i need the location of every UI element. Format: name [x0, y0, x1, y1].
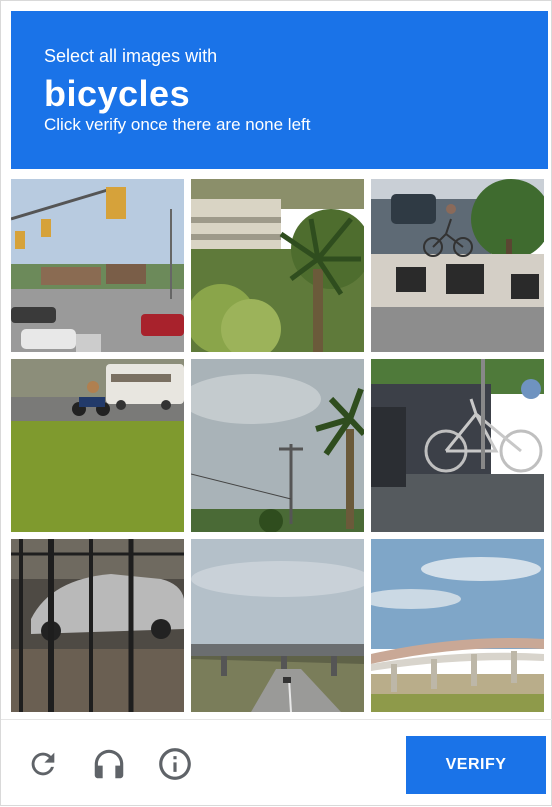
- tile-7-image: [11, 539, 184, 712]
- image-tile-7[interactable]: [11, 539, 184, 712]
- instruction-line: Select all images with: [44, 46, 218, 66]
- tile-2-image: [191, 179, 364, 352]
- image-tile-6[interactable]: [371, 359, 544, 532]
- instruction-subline: Click verify once there are none left: [44, 115, 311, 134]
- image-grid: [11, 179, 545, 712]
- tile-5-image: [191, 359, 364, 532]
- captcha-footer: VERIFY: [1, 720, 552, 807]
- info-icon[interactable]: [155, 744, 195, 784]
- verify-button[interactable]: VERIFY: [406, 736, 546, 794]
- image-tile-1[interactable]: [11, 179, 184, 352]
- image-tile-2[interactable]: [191, 179, 364, 352]
- challenge-header: Select all images with bicycles Click ve…: [11, 11, 548, 169]
- tile-8-image: [191, 539, 364, 712]
- tile-6-image: [371, 359, 544, 532]
- image-tile-5[interactable]: [191, 359, 364, 532]
- captcha-frame: Select all images with bicycles Click ve…: [0, 0, 552, 806]
- reload-icon[interactable]: [23, 744, 63, 784]
- tile-3-image: [371, 179, 544, 352]
- tile-9-image: [371, 539, 544, 712]
- headphones-icon[interactable]: [89, 744, 129, 784]
- image-tile-4[interactable]: [11, 359, 184, 532]
- tile-1-image: [11, 179, 184, 352]
- image-tile-8[interactable]: [191, 539, 364, 712]
- tile-4-image: [11, 359, 184, 532]
- target-object: bicycles: [44, 73, 191, 114]
- image-tile-3[interactable]: [371, 179, 544, 352]
- image-tile-9[interactable]: [371, 539, 544, 712]
